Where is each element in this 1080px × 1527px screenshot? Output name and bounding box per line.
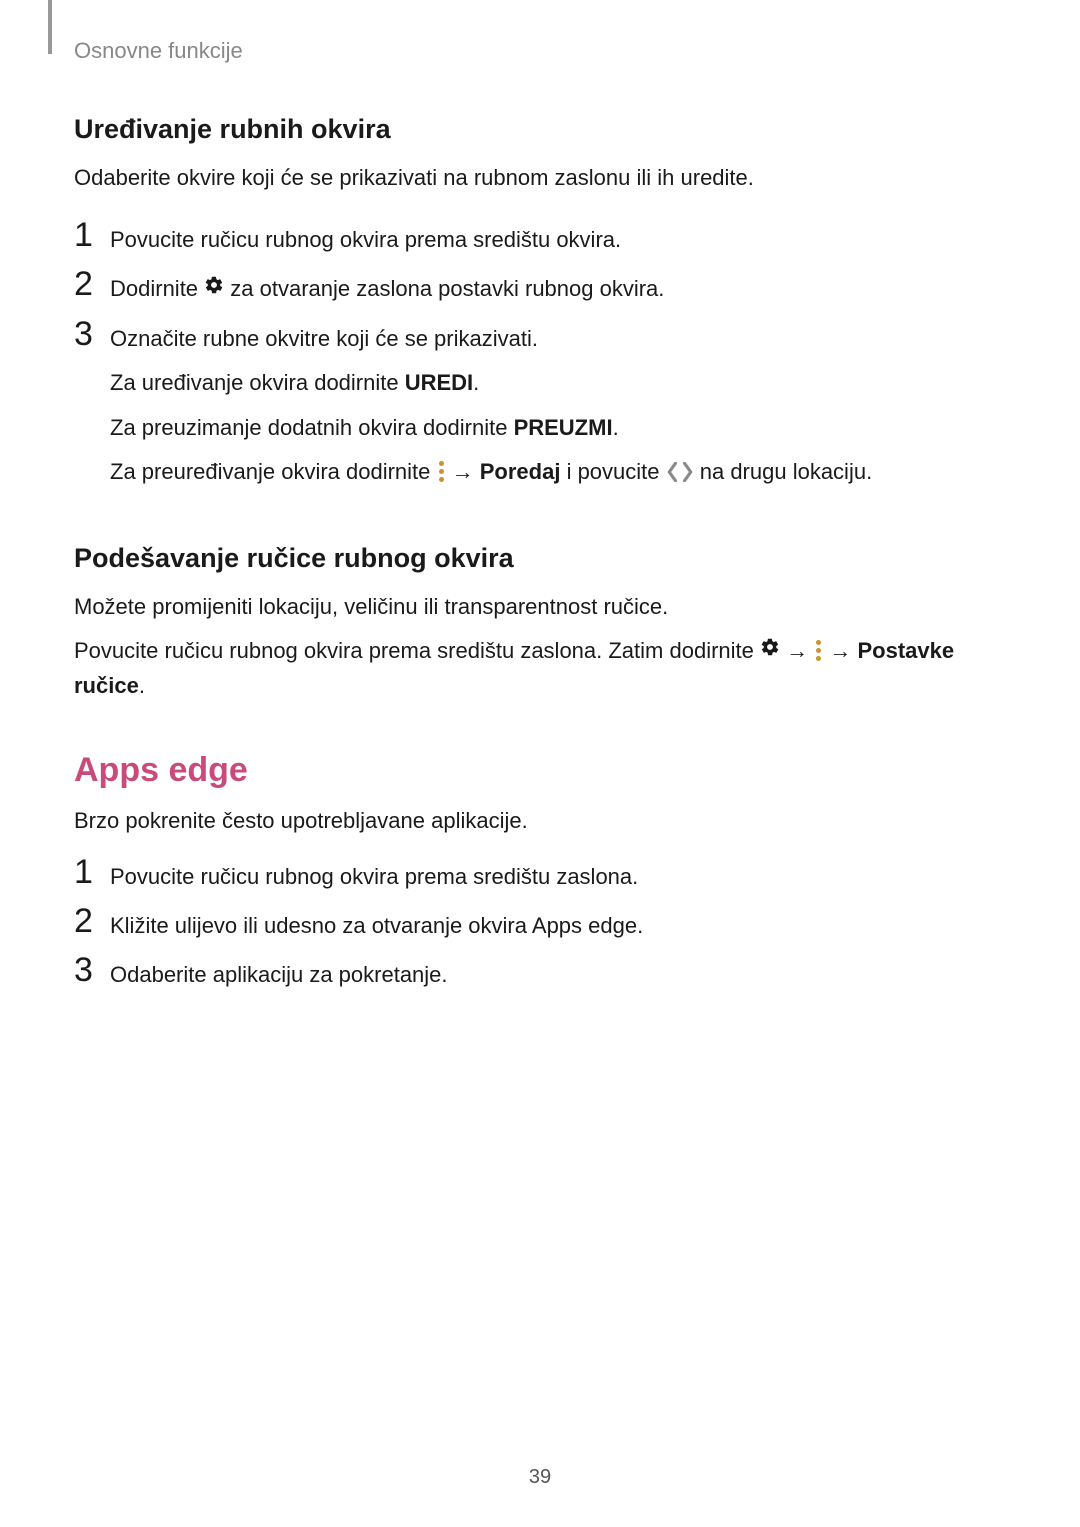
section-paragraph: Povucite ručicu rubnog okvira prema sred… xyxy=(74,634,1006,703)
step-line: Za preuzimanje dodatnih okvira dodirnite… xyxy=(110,411,1006,445)
section-paragraph: Možete promijeniti lokaciju, veličinu il… xyxy=(74,590,1006,624)
section-heading-handle-settings: Podešavanje ručice rubnog okvira xyxy=(74,543,1006,574)
text-fragment: i povucite xyxy=(560,459,665,484)
gear-icon xyxy=(760,633,780,667)
step-line: Označite rubne okvitre koji će se prikaz… xyxy=(110,322,1006,356)
step-text: Označite rubne okvitre koji će se prikaz… xyxy=(110,317,1006,498)
arrow-text: → xyxy=(780,638,814,663)
step-item: 1 Povucite ručicu rubnog okvira prema sr… xyxy=(74,218,1006,257)
text-fragment: Za uređivanje okvira dodirnite xyxy=(110,370,405,395)
text-fragment: . xyxy=(139,673,145,698)
step-item: 3 Odaberite aplikaciju za pokretanje. xyxy=(74,953,1006,992)
section-heading-editing-edge-panels: Uređivanje rubnih okvira xyxy=(74,114,1006,145)
step-number: 1 xyxy=(74,218,110,254)
section-intro: Brzo pokrenite često upotrebljavane apli… xyxy=(74,804,1006,837)
page-content: Osnovne funkcije Uređivanje rubnih okvir… xyxy=(0,0,1080,992)
step-number: 3 xyxy=(74,953,110,989)
text-bold-uredi: UREDI xyxy=(405,370,473,395)
arrow-text: → xyxy=(823,638,857,663)
section-heading-apps-edge: Apps edge xyxy=(74,751,1006,790)
reorder-handle-icon xyxy=(666,462,694,482)
step-item: 1 Povucite ručicu rubnog okvira prema sr… xyxy=(74,855,1006,894)
step-number: 3 xyxy=(74,317,110,353)
text-fragment: Za preuzimanje dodatnih okvira dodirnite xyxy=(110,415,514,440)
more-options-icon xyxy=(816,640,821,661)
step-item: 2 Dodirnite za otvaranje zaslona postavk… xyxy=(74,267,1006,307)
step-text: Odaberite aplikaciju za pokretanje. xyxy=(110,953,1006,992)
step-item: 3 Označite rubne okvitre koji će se prik… xyxy=(74,317,1006,498)
text-bold-poredaj: Poredaj xyxy=(480,459,561,484)
step-text-pre: Dodirnite xyxy=(110,276,204,301)
step-text: Kližite ulijevo ili udesno za otvaranje … xyxy=(110,904,1006,943)
section-intro: Odaberite okvire koji će se prikazivati … xyxy=(74,161,1006,194)
text-fragment: Za preuređivanje okvira dodirnite xyxy=(110,459,437,484)
step-text: Dodirnite za otvaranje zaslona postavki … xyxy=(110,267,1006,307)
step-text: Povucite ručicu rubnog okvira prema sred… xyxy=(110,855,1006,894)
arrow-text: → xyxy=(446,459,480,484)
step-text: Povucite ručicu rubnog okvira prema sred… xyxy=(110,218,1006,257)
text-fragment: na drugu lokaciju. xyxy=(694,459,873,484)
step-line: Za uređivanje okvira dodirnite UREDI. xyxy=(110,366,1006,400)
gear-icon xyxy=(204,271,224,305)
step-number: 1 xyxy=(74,855,110,891)
step-number: 2 xyxy=(74,267,110,303)
text-fragment: . xyxy=(473,370,479,395)
step-line: Za preuređivanje okvira dodirnite → Pore… xyxy=(110,455,1006,489)
text-bold-preuzmi: PREUZMI xyxy=(514,415,613,440)
breadcrumb: Osnovne funkcije xyxy=(74,38,1006,64)
more-options-icon xyxy=(439,461,444,482)
text-fragment: Povucite ručicu rubnog okvira prema sred… xyxy=(74,638,760,663)
step-number: 2 xyxy=(74,904,110,940)
step-item: 2 Kližite ulijevo ili udesno za otvaranj… xyxy=(74,904,1006,943)
step-text-post: za otvaranje zaslona postavki rubnog okv… xyxy=(224,276,664,301)
header-accent-bar xyxy=(48,0,52,54)
text-fragment: . xyxy=(613,415,619,440)
page-number: 39 xyxy=(0,1466,1080,1489)
